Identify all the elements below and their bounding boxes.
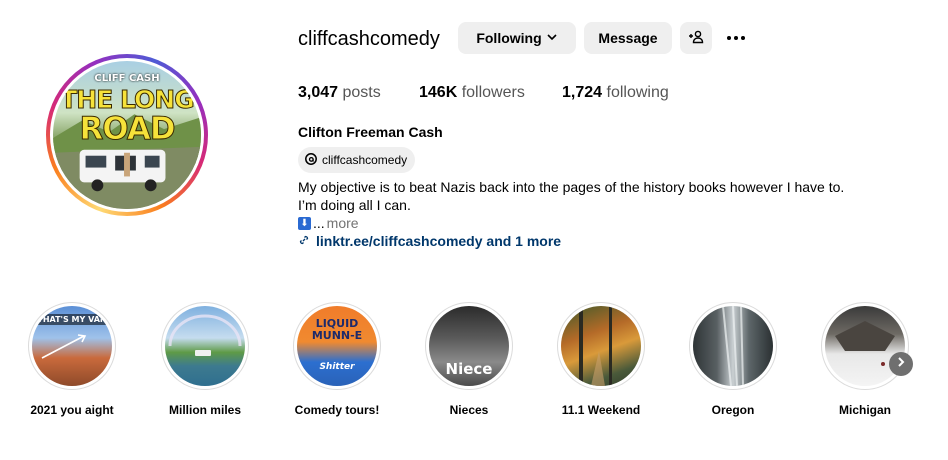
threads-handle: cliffcashcomedy <box>322 153 408 167</box>
bio-link-text: linktr.ee/cliffcashcomedy and 1 more <box>316 233 562 249</box>
highlight-caption-2: Shitter <box>319 362 355 372</box>
bio-more-link[interactable]: more <box>327 215 359 231</box>
profile-avatar[interactable]: CLIFF CASH THE LONG ROAD <box>46 54 208 216</box>
chevron-down-icon <box>546 31 558 46</box>
followers-count: 146K <box>419 84 458 101</box>
avatar-title-line2: ROAD <box>79 111 176 148</box>
highlight-label: Oregon <box>711 403 755 417</box>
highlight-2021-you-aight[interactable]: THAT'S MY VAN 2021 you aight <box>27 302 117 417</box>
arrow-scribble <box>41 334 87 359</box>
highlight-label: 11.1 Weekend <box>561 403 641 417</box>
more-icon-dot <box>727 36 731 40</box>
highlights-next-button[interactable] <box>889 352 913 376</box>
highlight-ring: Niece <box>425 302 513 390</box>
bio-line-3: ⬇ ... more <box>298 215 359 231</box>
followers-label: followers <box>461 84 525 101</box>
waterfall-scene <box>722 306 744 386</box>
highlight-thumbnail: THAT'S MY VAN <box>32 306 112 386</box>
following-button-label: Following <box>476 30 542 46</box>
followers-stat[interactable]: 146K followers <box>419 84 525 102</box>
highlight-label: 2021 you aight <box>30 403 114 417</box>
add-user-icon <box>688 29 704 48</box>
highlight-comedy-tours[interactable]: LIQUID MUNN-E Shitter Comedy tours! <box>292 302 382 417</box>
highlight-thumbnail <box>693 306 773 386</box>
threads-badge[interactable]: cliffcashcomedy <box>298 147 416 173</box>
bio-ellipsis: ... <box>313 215 325 231</box>
bio-link[interactable]: linktr.ee/cliffcashcomedy and 1 more <box>298 233 561 249</box>
full-name: Clifton Freeman Cash <box>298 124 443 140</box>
highlight-thumbnail <box>825 306 905 386</box>
snow-scene <box>835 321 895 366</box>
highlight-ring <box>821 302 909 390</box>
highlight-thumbnail: Niece <box>429 306 509 386</box>
highlight-ring <box>557 302 645 390</box>
more-icon-dot <box>741 36 745 40</box>
posts-label: posts <box>342 84 381 101</box>
posts-count: 3,047 <box>298 84 339 101</box>
highlight-ring <box>161 302 249 390</box>
highlight-ring <box>689 302 777 390</box>
add-user-button[interactable] <box>680 22 712 54</box>
highlight-caption: Niece <box>445 360 493 378</box>
highlight-11-1-weekend[interactable]: 11.1 Weekend <box>556 302 646 417</box>
bio-line-1: My objective is to beat Nazis back into … <box>298 179 845 195</box>
following-stat[interactable]: 1,724 following <box>562 84 669 102</box>
chevron-right-icon <box>895 355 907 373</box>
highlight-ring: LIQUID MUNN-E Shitter <box>293 302 381 390</box>
following-button[interactable]: Following <box>458 22 576 54</box>
avatar-image: CLIFF CASH THE LONG ROAD <box>53 61 201 209</box>
posts-stat: 3,047 posts <box>298 84 381 102</box>
highlight-thumbnail <box>165 306 245 386</box>
link-icon <box>298 233 310 249</box>
highlight-ring: THAT'S MY VAN <box>28 302 116 390</box>
avatar-border: CLIFF CASH THE LONG ROAD <box>50 58 204 212</box>
highlight-nieces[interactable]: Niece Nieces <box>424 302 514 417</box>
avatar-small-text: CLIFF CASH <box>94 73 160 84</box>
more-options-button[interactable] <box>722 26 750 50</box>
avatar-title-line1: THE LONG <box>60 85 196 115</box>
highlight-label: Million miles <box>168 403 241 417</box>
bio-line-2: I’m doing all I can. <box>298 197 411 213</box>
highlight-oregon[interactable]: Oregon <box>688 302 778 417</box>
highlight-label: Michigan <box>838 403 891 417</box>
threads-icon <box>304 152 318 169</box>
highlight-label: Comedy tours! <box>294 403 380 417</box>
message-button[interactable]: Message <box>584 22 672 54</box>
highlight-caption: LIQUID MUNN-E <box>311 317 363 342</box>
highlight-million-miles[interactable]: Million miles <box>160 302 250 417</box>
following-label: following <box>606 84 669 101</box>
rainbow-scene <box>168 314 242 356</box>
highlight-michigan[interactable]: Michigan <box>820 302 910 417</box>
more-icon-dot <box>734 36 738 40</box>
following-count: 1,724 <box>562 84 603 101</box>
username: cliffcashcomedy <box>298 28 440 50</box>
highlight-label: Nieces <box>449 403 489 417</box>
highlight-thumbnail <box>561 306 641 386</box>
message-button-label: Message <box>598 30 658 46</box>
down-arrow-emoji-icon: ⬇ <box>298 216 311 230</box>
forest-scene <box>579 306 612 386</box>
highlight-thumbnail: LIQUID MUNN-E Shitter <box>297 306 377 386</box>
